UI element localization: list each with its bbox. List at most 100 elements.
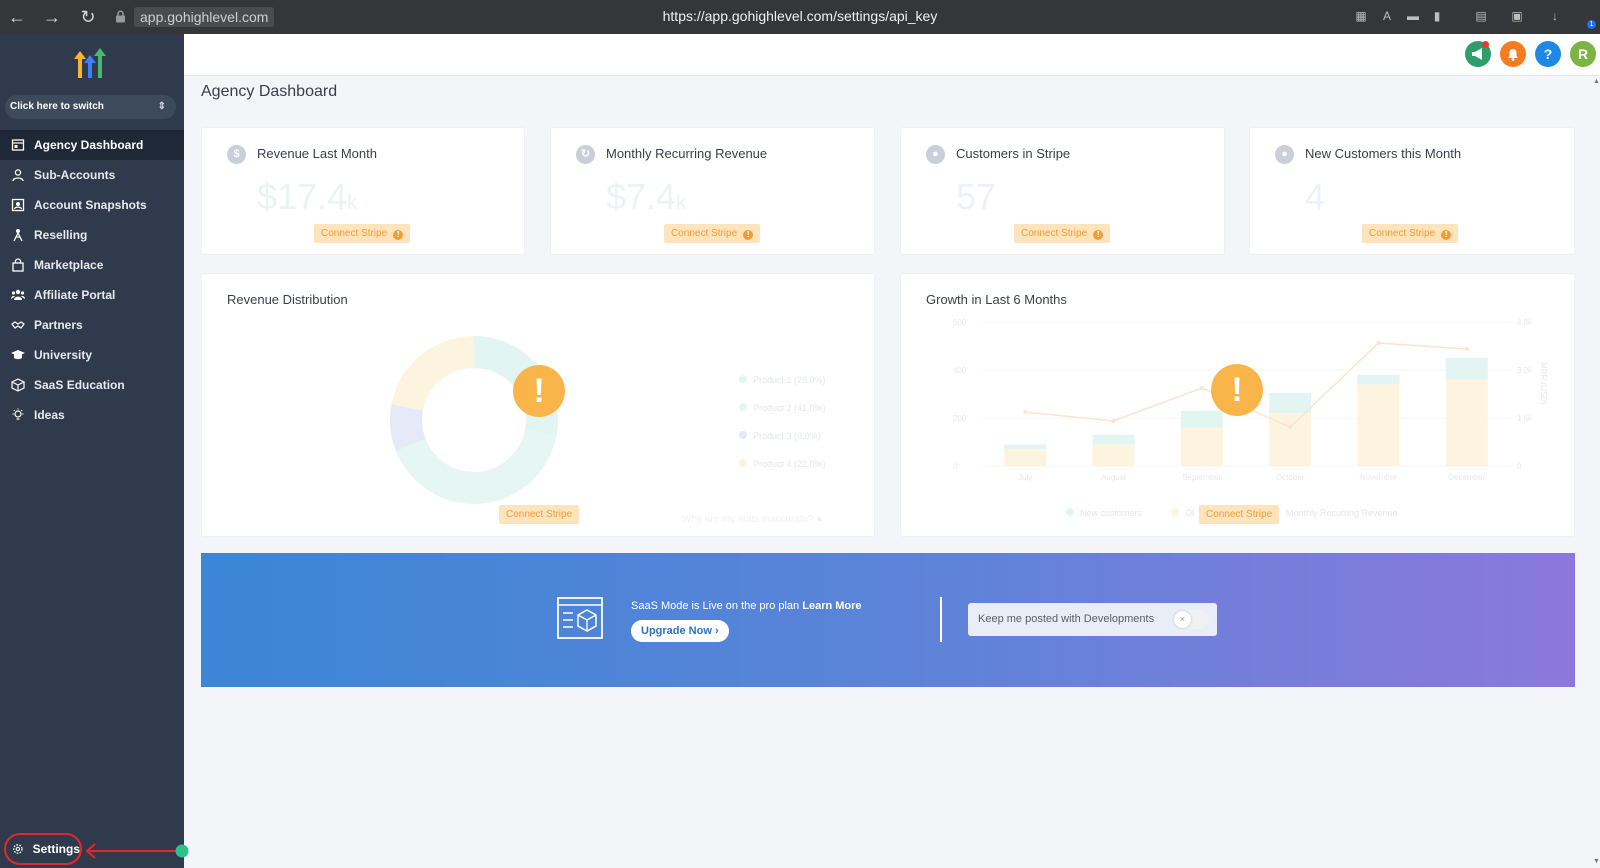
avatar[interactable]: R <box>1570 41 1596 67</box>
forward-icon[interactable]: → <box>42 7 62 27</box>
user-icon <box>12 169 24 182</box>
sidebar-item-label: Settings <box>32 842 80 856</box>
mrr-point <box>1111 419 1116 423</box>
sidebar-item-label: Partners <box>34 318 83 332</box>
sidebar-item-label: SaaS Education <box>34 378 125 392</box>
sidebar-item-marketplace[interactable]: Marketplace <box>0 250 184 280</box>
stat-card-new-customers: ● New Customers this Month 4 Connect Str… <box>1249 127 1575 255</box>
connect-stripe-button[interactable]: Connect Stripe! <box>1362 224 1459 243</box>
connect-stripe-button[interactable]: Connect Stripe <box>499 505 580 524</box>
banner-message: SaaS Mode is Live on the pro plan Learn … <box>631 600 862 612</box>
sidebar-item-partners[interactable]: Partners <box>0 310 184 340</box>
panel-title: Growth in Last 6 Months <box>926 292 1067 307</box>
bar-new <box>1092 434 1135 445</box>
sidebar-item-account-snapshots[interactable]: Account Snapshots <box>0 190 184 220</box>
connect-stripe-button[interactable]: Connect Stripe! <box>1014 224 1111 243</box>
saas-mode-banner: SaaS Mode is Live on the pro plan Learn … <box>201 553 1575 687</box>
bag-icon <box>12 258 24 272</box>
sidebar-item-saas-education[interactable]: SaaS Education <box>0 370 184 400</box>
warning-icon: ! <box>1211 364 1263 416</box>
mrr-point <box>1464 347 1469 351</box>
connect-stripe-button[interactable]: Connect Stripe <box>1199 505 1280 524</box>
page-scrollbar[interactable] <box>1590 76 1600 868</box>
back-icon[interactable]: ← <box>7 7 27 27</box>
stat-value: $7.4k <box>606 176 686 218</box>
info-icon: ! <box>393 230 404 240</box>
sidebar-item-agency-dashboard[interactable]: Agency Dashboard <box>0 130 184 160</box>
users-icon <box>11 289 25 300</box>
sidebar-item-label: Account Snapshots <box>34 198 147 212</box>
bookmark-icon[interactable]: ▮ <box>1430 9 1444 23</box>
y2-tick-label: 4.8k <box>1517 318 1533 327</box>
sidebar-item-settings[interactable]: Settings <box>4 833 82 865</box>
legend-label: Product 1 (28.0%) <box>753 375 826 385</box>
reload-icon[interactable]: ↻ <box>78 7 98 27</box>
download-badge: 1 <box>1587 20 1596 29</box>
legend-label: New customers <box>1080 508 1143 518</box>
chevron-right-icon: › <box>714 625 719 637</box>
stat-value: $17.4k <box>257 176 357 218</box>
account-switcher-label: Click here to switch <box>10 101 104 112</box>
divider <box>940 597 942 642</box>
legend-item: Product 3 (9.0%) <box>739 431 821 441</box>
font-size-icon[interactable]: A <box>1380 9 1394 23</box>
bar-old <box>1092 444 1135 466</box>
x-tick-label: September <box>1182 473 1221 482</box>
download-icon[interactable]: ↓ <box>1548 9 1562 23</box>
stats-inaccurate-link[interactable]: Why are my stats inaccurate? ● <box>682 514 823 525</box>
x-tick-label: October <box>1276 473 1305 482</box>
bar-new <box>1357 374 1400 385</box>
reselling-icon <box>13 229 23 242</box>
browser-host[interactable]: app.gohighlevel.com <box>134 7 275 27</box>
legend-swatch <box>1171 508 1179 516</box>
sidebar-item-label: Ideas <box>34 408 65 422</box>
legend-label: Product 2 (41.0%) <box>753 403 826 413</box>
keep-posted-label: Keep me posted with Developments <box>978 613 1155 625</box>
learn-more-link[interactable]: Learn More <box>802 600 861 612</box>
stat-number: $17.4 <box>257 176 348 217</box>
sidebar-item-university[interactable]: University <box>0 340 184 370</box>
stat-unit: k <box>347 192 358 214</box>
sidebar: Click here to switch ⇕ Agency Dashboard … <box>0 34 189 868</box>
sidebar-item-reselling[interactable]: Reselling <box>0 220 184 250</box>
translate-icon[interactable]: ▦ <box>1354 9 1368 23</box>
sidebar-item-sub-accounts[interactable]: Sub-Accounts <box>0 160 184 190</box>
stat-unit: k <box>676 192 687 214</box>
sort-caret-icon: ⇕ <box>157 101 166 112</box>
revenue-distribution-panel: Revenue Distribution ! Product 1 (28.0%)… <box>201 273 875 537</box>
growth-panel: Growth in Last 6 Months 0 200 400 600 0 1.6k 3… <box>900 273 1575 537</box>
stat-number: 4 <box>1305 176 1326 217</box>
connect-stripe-button[interactable]: Connect Stripe! <box>314 224 411 243</box>
scroll-down-icon[interactable]: ▼ <box>1593 858 1600 865</box>
sidebar-item-label: Reselling <box>34 228 88 242</box>
bar-new <box>1004 444 1047 450</box>
stat-card-revenue-last-month: $ Revenue Last Month $17.4k Connect Stri… <box>201 127 525 255</box>
help-button[interactable]: ? <box>1535 41 1561 67</box>
stat-title: Revenue Last Month <box>257 146 377 161</box>
y2-tick-label: 1.6k <box>1517 414 1533 423</box>
highlevel-logo[interactable] <box>72 48 108 80</box>
extensions-icon[interactable]: ▤ <box>1474 9 1488 23</box>
comment-icon[interactable]: ▬ <box>1406 9 1420 23</box>
keep-posted-toggle[interactable]: × <box>1173 610 1209 629</box>
donut-slice <box>391 336 474 411</box>
y-tick-label: 200 <box>953 414 967 423</box>
gear-icon <box>12 844 23 854</box>
button-label: Upgrade Now <box>641 625 712 637</box>
scroll-up-icon[interactable]: ▲ <box>1593 78 1600 85</box>
sidebar-item-affiliate-portal[interactable]: Affiliate Portal <box>0 280 184 310</box>
mrr-point <box>1288 425 1293 429</box>
sidebar-item-ideas[interactable]: Ideas <box>0 400 184 430</box>
bar-old <box>1180 427 1223 466</box>
upgrade-now-button[interactable]: Upgrade Now › <box>631 620 729 642</box>
sidebar-menu: Agency Dashboard Sub-Accounts Account Sn… <box>0 130 184 430</box>
customer-icon: ● <box>926 145 945 164</box>
y2-tick-label: 3.2k <box>1517 366 1533 375</box>
account-switcher[interactable]: Click here to switch ⇕ <box>5 95 176 119</box>
connect-stripe-button[interactable]: Connect Stripe! <box>664 224 761 243</box>
tab-search-icon[interactable]: ▣ <box>1510 9 1524 23</box>
refresh-icon: ↻ <box>576 145 595 164</box>
notifications-button[interactable] <box>1500 41 1526 67</box>
stat-value: 57 <box>956 176 996 218</box>
lightbulb-icon <box>12 408 24 420</box>
